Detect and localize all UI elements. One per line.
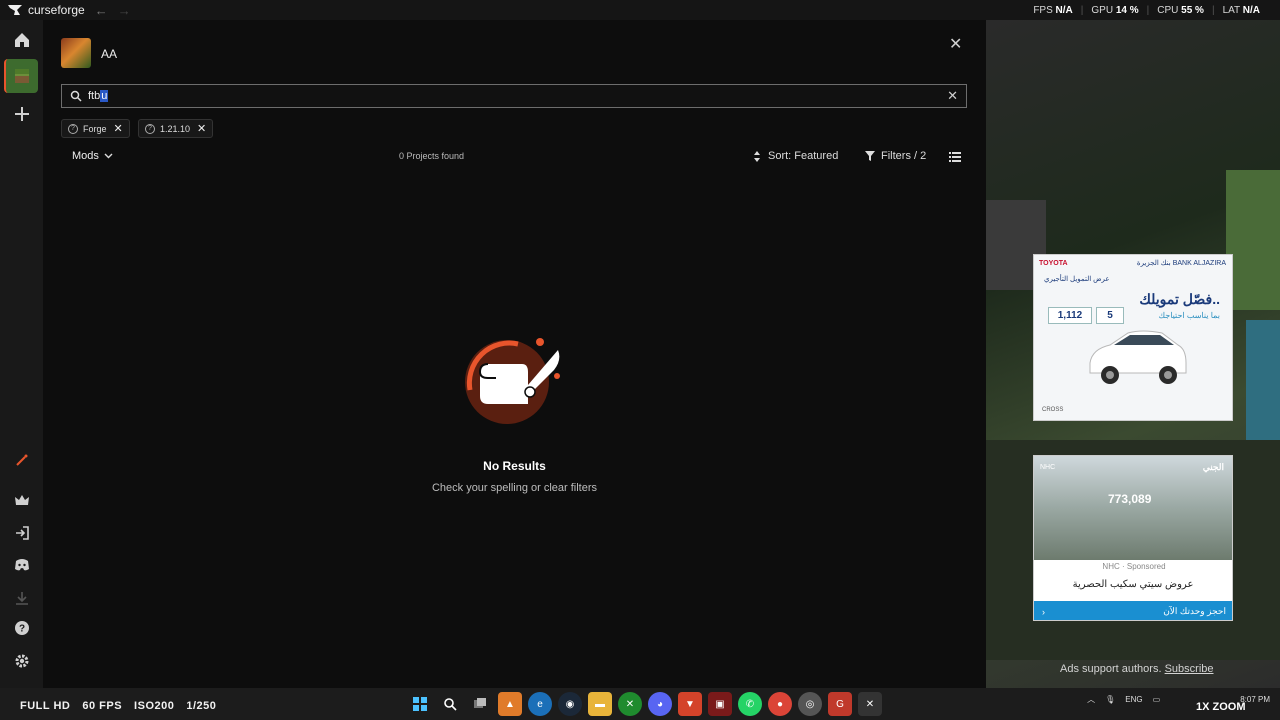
ads-support-text: Ads support authors. Subscribe xyxy=(1060,663,1214,675)
title-bar: curseforge ← → FPS N/A | GPU 14 % | CPU … xyxy=(0,0,1280,20)
steam-icon[interactable]: ◉ xyxy=(558,692,582,716)
bank-aljazira-logo: بنك الجزيرة BANK ALJAZIRA xyxy=(1136,260,1226,267)
sort-icon xyxy=(754,150,760,162)
search-icon[interactable] xyxy=(438,692,462,716)
performance-stats: FPS N/A | GPU 14 % | CPU 55 % | LAT N/A xyxy=(1033,4,1260,16)
login-icon[interactable] xyxy=(0,515,43,551)
svg-text:?: ? xyxy=(18,624,24,635)
file-explorer-icon[interactable]: ▬ xyxy=(588,692,612,716)
toyota-ad[interactable]: TOYOTA بنك الجزيرة BANK ALJAZIRA عرض الت… xyxy=(1033,254,1233,421)
search-value: ftbu xyxy=(88,90,109,102)
taskbar: FULL HD 60 FPS ISO200 1/250 ▲ e ◉ ▬ ✕ ◕ … xyxy=(0,688,1280,720)
ad-headline: فصّل تمويلك.. xyxy=(1139,291,1220,307)
curseforge-logo-icon xyxy=(8,5,22,15)
chevron-up-icon[interactable]: ︿ xyxy=(1087,694,1095,705)
filter-chip-forge[interactable]: ? Forge ✕ xyxy=(61,119,130,138)
chip-label: Forge xyxy=(83,123,107,134)
windows-start-icon[interactable] xyxy=(408,692,432,716)
chrome-icon[interactable]: ● xyxy=(768,692,792,716)
task-view-icon[interactable] xyxy=(468,692,492,716)
help-icon[interactable]: ? xyxy=(0,610,43,646)
help-circle-icon: ? xyxy=(68,123,78,134)
instance-thumbnail xyxy=(61,38,91,68)
car-icon xyxy=(1089,330,1187,384)
home-icon[interactable] xyxy=(0,22,43,58)
nhc-ad[interactable]: NHC الجني 773,089 NHC · Sponsored عروض س… xyxy=(1033,455,1233,621)
minecraft-icon[interactable] xyxy=(4,59,38,93)
close-icon[interactable]: ✕ xyxy=(949,34,962,54)
app-gray-icon[interactable]: ◎ xyxy=(798,692,822,716)
crown-icon[interactable] xyxy=(0,482,43,518)
toyota-logo: TOYOTA xyxy=(1039,260,1068,267)
results-count: 0 Projects found xyxy=(399,151,465,161)
ad-tagline: عروض سيتي سكيب الحصرية xyxy=(1072,579,1194,590)
list-view-icon[interactable] xyxy=(949,151,961,163)
nhc-logo: NHC xyxy=(1040,464,1056,471)
sidebar: ? xyxy=(0,20,43,688)
forward-arrow-icon[interactable]: → xyxy=(118,3,131,18)
filters-button[interactable]: Filters / 2 xyxy=(865,150,926,162)
lat-stat: LAT N/A xyxy=(1222,4,1260,16)
display-icon[interactable]: ▭ xyxy=(1153,695,1161,704)
taskbar-apps: ▲ e ◉ ▬ ✕ ◕ ▼ ▣ ✆ ● ◎ G ✕ xyxy=(408,692,882,716)
wand-icon[interactable] xyxy=(0,442,43,478)
app-name: curseforge xyxy=(28,3,85,17)
filter-icon xyxy=(865,151,875,161)
app-orange-icon[interactable]: ▲ xyxy=(498,692,522,716)
brave-icon[interactable]: ▼ xyxy=(678,692,702,716)
search-input[interactable]: ftbu ✕ xyxy=(61,84,967,108)
settings-icon[interactable] xyxy=(0,643,43,679)
edge-icon[interactable]: e xyxy=(528,692,552,716)
filters-label: Filters / 2 xyxy=(881,150,927,162)
clear-search-icon[interactable]: ✕ xyxy=(947,88,958,104)
car-model: CROSS xyxy=(1042,407,1064,413)
mod-browser-panel: AA ✕ ftbu ✕ ? Forge ✕ ? 1.21.10 ✕ Mods 0… xyxy=(43,20,986,688)
ad-offer-text: عرض التمويل التأجيري xyxy=(1044,276,1110,283)
xbox-icon[interactable]: ✕ xyxy=(618,692,642,716)
discord-taskbar-icon[interactable]: ◕ xyxy=(648,692,672,716)
cta-label: احجز وحدتك الآن xyxy=(1163,606,1226,616)
aljeni-logo: الجني xyxy=(1202,462,1224,472)
language-indicator[interactable]: ENG xyxy=(1125,695,1142,704)
subscribe-link[interactable]: Subscribe xyxy=(1165,663,1214,675)
sponsored-label: NHC · Sponsored xyxy=(1102,562,1166,571)
help-circle-icon: ? xyxy=(145,123,155,134)
gpu-stat: GPU 14 % xyxy=(1091,4,1139,16)
sort-label: Sort: Featured xyxy=(768,150,839,162)
app-badge-icon[interactable]: G xyxy=(828,692,852,716)
cpu-stat: CPU 55 % xyxy=(1157,4,1204,16)
remove-chip-icon[interactable]: ✕ xyxy=(197,122,206,135)
sort-dropdown[interactable]: Sort: Featured xyxy=(753,150,838,162)
filter-chip-version[interactable]: ? 1.21.10 ✕ xyxy=(138,119,214,138)
remove-chip-icon[interactable]: ✕ xyxy=(114,122,123,135)
ad-cta-button[interactable]: › احجز وحدتك الآن xyxy=(1034,601,1232,620)
category-dropdown[interactable]: Mods xyxy=(72,150,113,162)
microphone-icon[interactable]: 🎙 xyxy=(1105,695,1115,704)
back-arrow-icon[interactable]: ← xyxy=(95,3,108,18)
chevron-down-icon xyxy=(104,153,113,159)
discord-icon[interactable] xyxy=(0,547,43,583)
category-label: Mods xyxy=(72,150,99,162)
instance-name: AA xyxy=(101,47,118,61)
whatsapp-icon[interactable]: ✆ xyxy=(738,692,762,716)
search-icon xyxy=(70,90,82,102)
camera-overlay: FULL HD 60 FPS ISO200 1/250 xyxy=(20,700,217,712)
add-icon[interactable] xyxy=(0,96,43,132)
app-red-icon[interactable]: ▣ xyxy=(708,692,732,716)
no-results-subtitle: Check your spelling or clear filters xyxy=(431,482,598,494)
zoom-watermark: 1X ZOOM xyxy=(1196,701,1246,713)
chip-label: 1.21.10 xyxy=(160,123,191,134)
app-logo: curseforge xyxy=(0,3,85,17)
no-results-illustration-icon xyxy=(465,338,560,424)
fps-stat: FPS N/A xyxy=(1033,4,1073,16)
curseforge-taskbar-icon[interactable]: ✕ xyxy=(858,692,882,716)
no-results-title: No Results xyxy=(483,459,546,473)
ad-price: 773,089 xyxy=(1108,492,1152,506)
chevron-right-icon: › xyxy=(1042,606,1045,617)
